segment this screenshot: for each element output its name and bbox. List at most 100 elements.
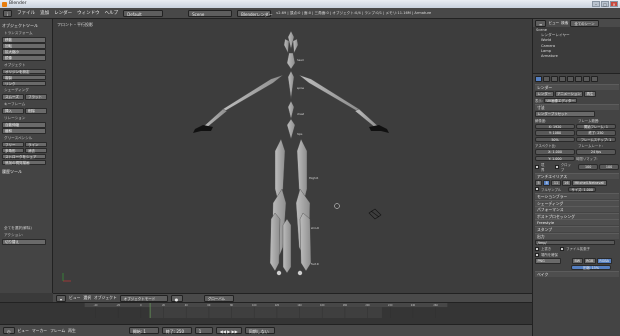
resolution-y-field[interactable]: Y: 1080 [535,130,575,136]
outliner-item-armature[interactable]: Armature [536,54,618,59]
start-frame-field[interactable]: 開始: 1 [128,327,159,334]
tl-menu-marker[interactable]: マーカー [32,328,47,334]
render-panel-header[interactable]: レンダー [535,84,619,90]
menu-object[interactable]: オブジェクト [94,295,117,301]
tl-menu-frame[interactable]: フレーム [50,328,65,334]
menu-view[interactable]: ビュー [69,295,80,301]
duplicate-button[interactable]: 複製 [2,74,46,80]
action-selector[interactable]: 切り替え [2,239,46,245]
aa-5-button[interactable]: 5 [535,180,543,186]
history-heading[interactable]: 履歴ツール [2,169,50,175]
fps-selector[interactable]: 24 fps [576,149,616,155]
end-frame-field[interactable]: 終了: 250 [161,327,192,334]
output-panel-header[interactable]: 出力 [535,232,619,239]
play-button[interactable]: 再生 [584,91,596,97]
full-sample-checkbox[interactable] [535,187,539,192]
transform-orientation[interactable]: グローバル [203,294,234,302]
rgb-button[interactable]: RGB [583,258,596,264]
sync-mode-selector[interactable]: 同期しない [244,327,275,334]
aa-11-button[interactable]: 11 [551,180,561,186]
outliner-menu-search[interactable]: 検索 [561,21,568,26]
performance-panel[interactable]: パフォーマンス [535,206,619,212]
start-frame-prop[interactable]: 開始フレーム: 1 [576,123,616,129]
resolution-x-field[interactable]: X: 1920 [535,123,575,129]
overwrite-checkbox[interactable] [535,246,539,251]
render-engine-selector[interactable]: Blenderレンダー [237,9,273,17]
menu-select[interactable]: 選択 [83,295,91,301]
insert-key-button[interactable]: 挿入 [2,108,24,114]
menu-add[interactable]: 追加 [40,10,49,16]
outliner-editor-type[interactable]: ≡ [535,19,547,27]
timeline-editor-type[interactable]: ◷ [3,327,15,334]
shading-panel[interactable]: シェーディング [535,199,619,206]
menu-window[interactable]: ウィンドウ [77,10,100,16]
data-tab-icon[interactable] [591,76,598,82]
rotate-button[interactable]: 回転 [2,43,46,49]
layout-selector[interactable]: Default [123,9,164,17]
mirror-button[interactable]: 鏡像 [2,55,46,61]
relax-button[interactable]: 緩和 [2,128,46,134]
delete-key-button[interactable]: 削除 [25,108,47,114]
outliner[interactable]: ≡ ビュー 検索 全てのシーン Scene レンダーレイヤー World Cam… [533,19,620,74]
menu-file[interactable]: ファイル [17,10,35,16]
smooth-button[interactable]: スムーズ [2,94,24,100]
timeline[interactable]: -40 -20 0 20 40 60 80 100 120 140 160 180 200 220 240 2… [0,302,532,324]
time-new-field[interactable]: 100 [599,164,619,170]
end-frame-prop[interactable]: 終了: 250 [576,130,616,136]
auto-stretch-button[interactable]: 自動伸縮 [2,122,46,128]
layers-tab-icon[interactable] [543,76,550,82]
world-tab-icon[interactable] [559,76,566,82]
animation-button[interactable]: アニメーション [554,91,584,97]
object-tab-icon[interactable] [567,76,574,82]
menu-render[interactable]: レンダー [54,10,72,16]
scene-selector[interactable]: Scene [188,9,233,17]
scene-tab-icon[interactable] [551,76,558,82]
3d-viewport[interactable]: フロント・平行投影 head spine chest hips thigh.R … [53,19,532,293]
3d-editor-type-button[interactable]: ▾ [56,294,67,302]
bw-button[interactable]: BW [572,258,583,264]
playback-controls[interactable]: ◀◀ ▶ ▶▶ [215,327,242,334]
link-button[interactable]: リンク [2,80,46,86]
draw-line-button[interactable]: ライン [25,141,47,147]
rgba-button[interactable]: RGBA [596,258,612,264]
maximize-button[interactable]: □ [601,1,609,7]
placeholders-checkbox[interactable] [535,252,539,257]
file-extensions-checkbox[interactable] [560,246,565,251]
render-presets-selector[interactable]: レンダープリセット [535,111,595,117]
aspect-x-field[interactable]: X: 1.000 [535,149,575,155]
aspect-y-field[interactable]: Y: 1.000 [535,155,575,161]
aa-8-button[interactable]: 8 [543,180,551,186]
freestyle-panel[interactable]: Freestyle [535,219,619,225]
outliner-menu-view[interactable]: ビュー [548,21,559,26]
resolution-percent[interactable]: 50% [535,136,575,142]
display-mode-selector[interactable]: 全てのシーン [570,19,599,27]
bake-panel-header[interactable]: ベイク [535,271,619,277]
editor-type-button[interactable]: i [3,9,13,17]
motion-blur-panel[interactable]: モーションブラー [535,193,619,199]
stamp-panel[interactable]: スタンプ [535,225,619,232]
display-selector[interactable]: UV画像エディター [543,97,578,103]
output-path-field[interactable]: /tmp/ [535,239,615,245]
draw-poly-button[interactable]: 多角形 [2,147,24,153]
modifiers-tab-icon[interactable] [583,76,590,82]
antialiasing-panel-header[interactable]: アンチエイリアス [535,173,619,179]
close-button[interactable]: × [610,1,618,7]
current-frame-field[interactable]: 1 [194,327,213,334]
constraints-tab-icon[interactable] [575,76,582,82]
file-format-selector[interactable]: PNG [535,258,561,264]
compression-slider[interactable]: 圧縮: 15% [571,264,611,270]
frame-step-field[interactable]: フレームステップ: 1 [576,136,616,142]
set-origin-button[interactable]: オリジンを設定 [2,68,46,74]
share-stroke-button[interactable]: ストロークをシェア [2,153,46,159]
move-button[interactable]: 移動 [2,37,46,43]
menu-help[interactable]: ヘルプ [105,10,119,16]
time-old-field[interactable]: 100 [578,164,599,170]
aa-16-button[interactable]: 16 [561,180,571,186]
scale-button[interactable]: 拡大縮小 [2,49,46,55]
aa-filter-selector[interactable]: Mitchell-Netravali [572,180,607,186]
viewport-shading-button[interactable]: ● [170,294,183,302]
render-tab-icon[interactable] [535,76,542,82]
crop-checkbox[interactable] [554,165,559,169]
erase-button[interactable]: 消去 [25,147,47,153]
mode-selector[interactable]: オブジェクトモード [119,294,168,302]
